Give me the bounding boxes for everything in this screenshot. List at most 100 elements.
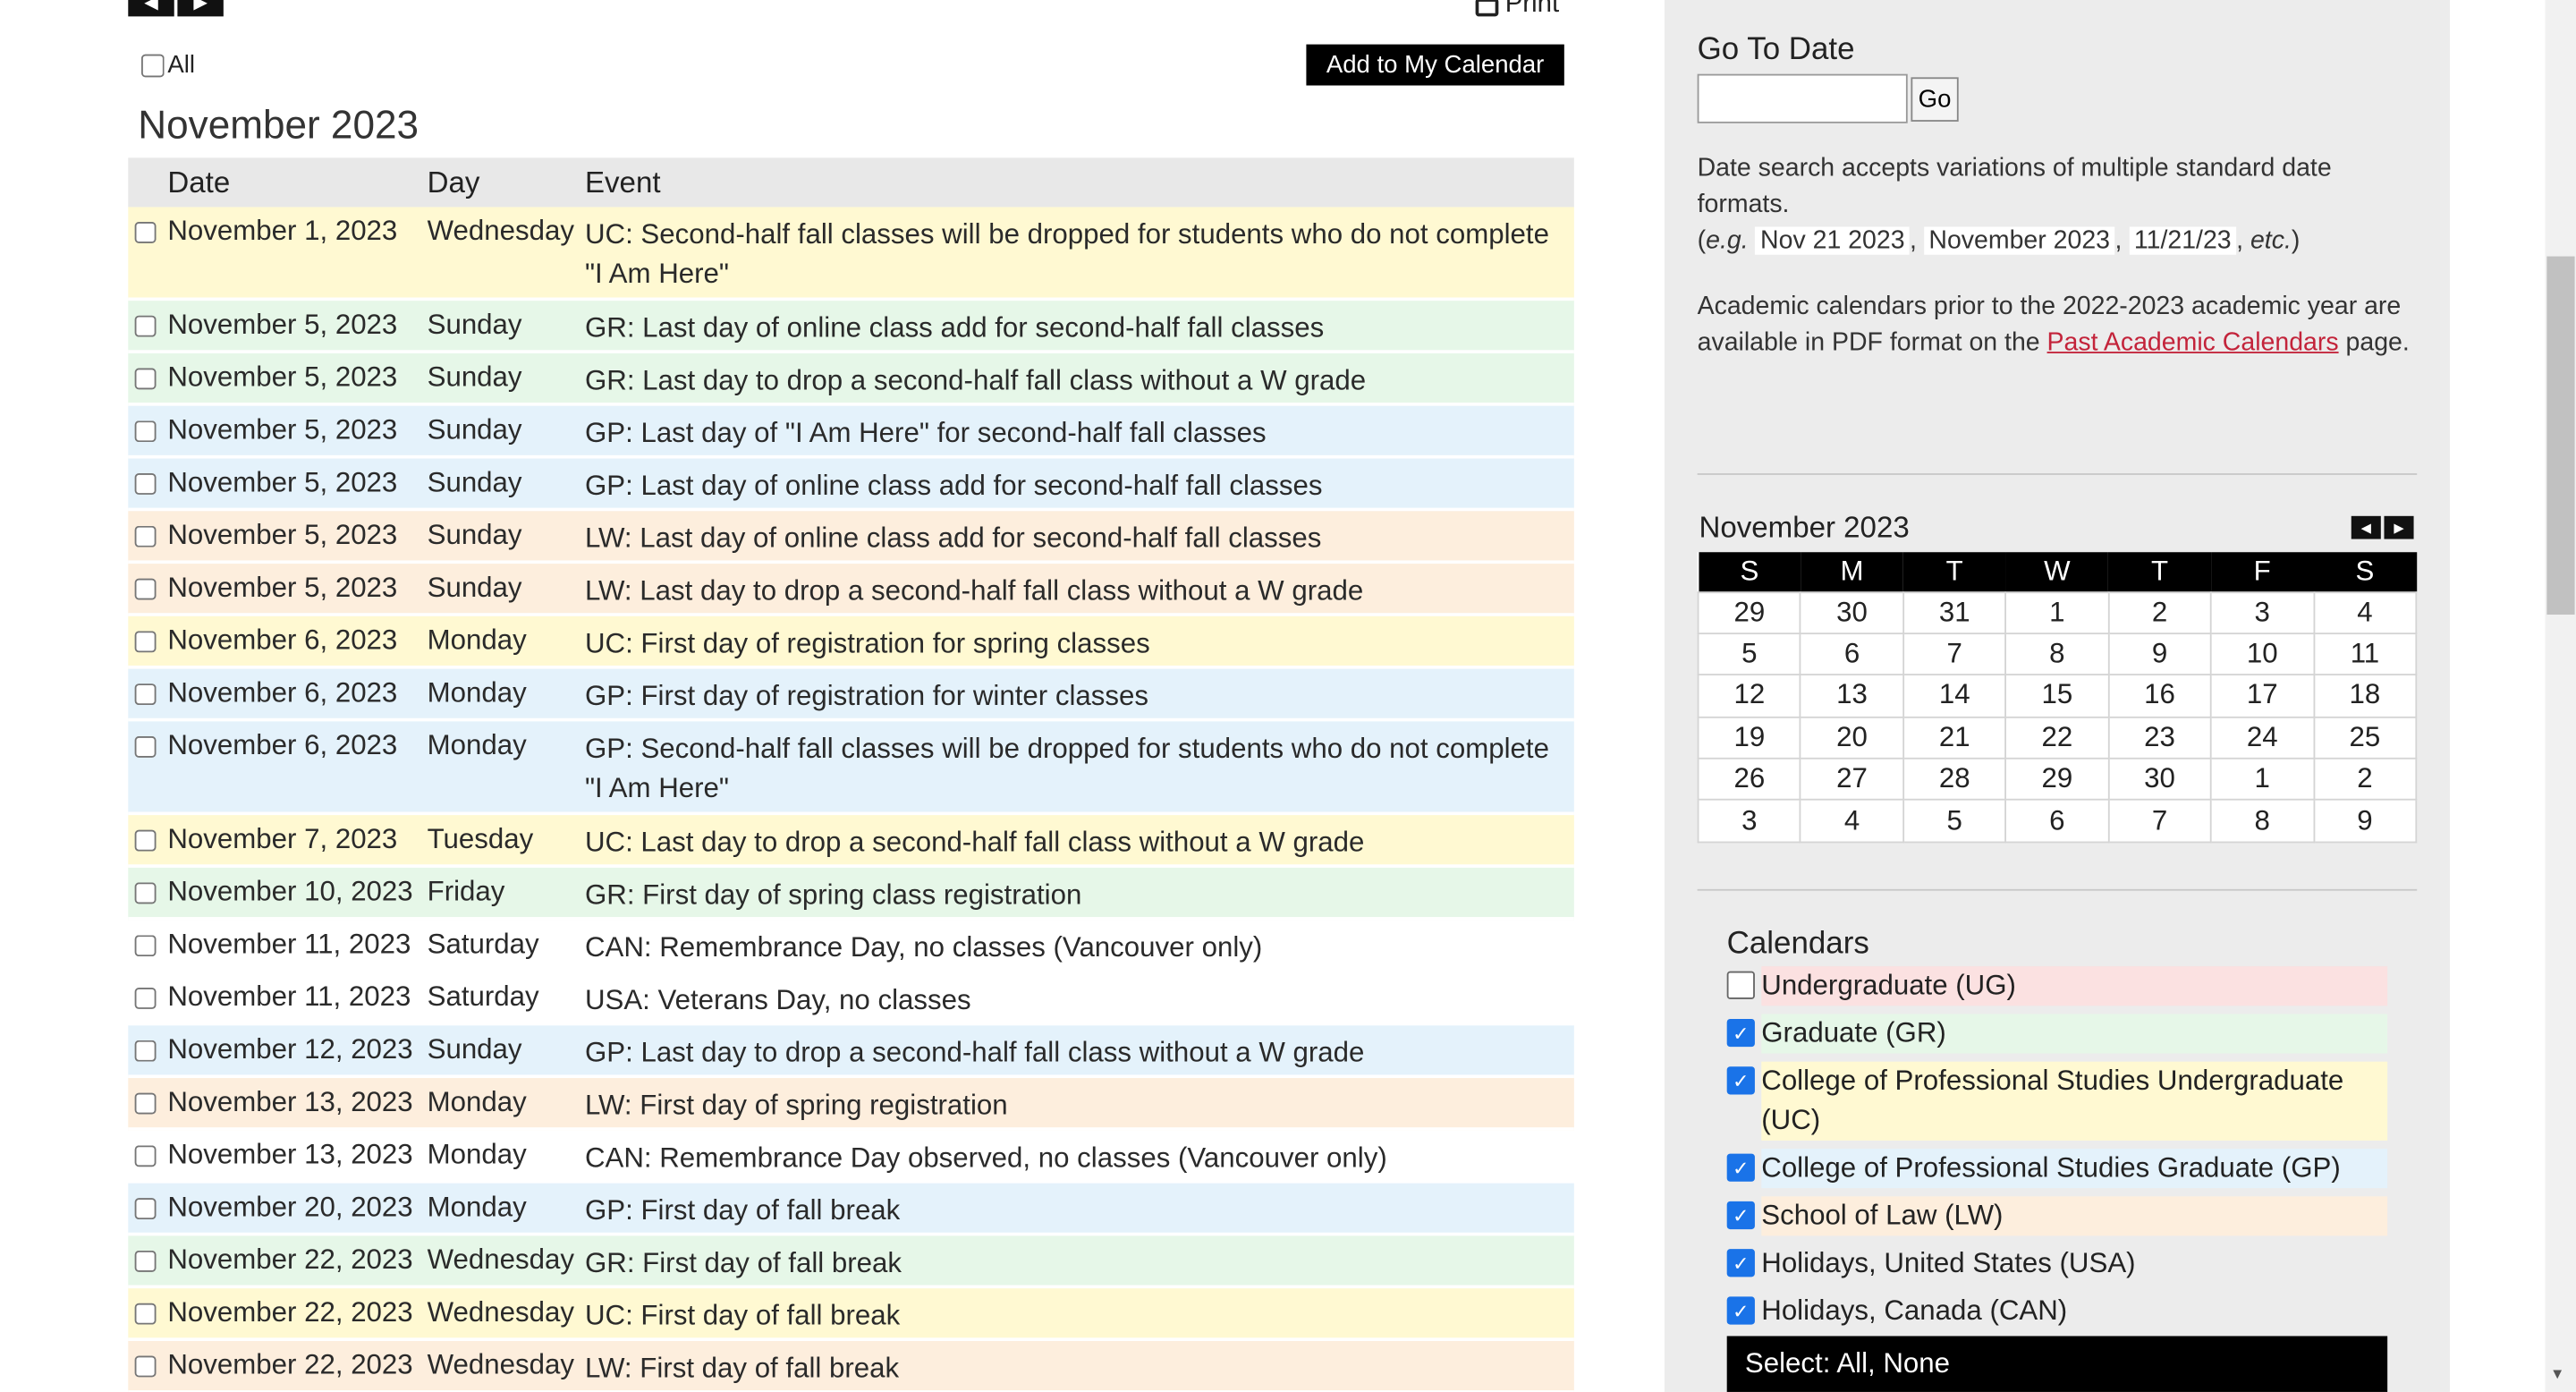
row-checkbox[interactable] <box>134 315 157 337</box>
calendar-filter-item[interactable]: ✓ Graduate (GR) <box>1726 1014 2388 1054</box>
past-calendars-link[interactable]: Past Academic Calendars <box>2047 328 2339 356</box>
calendar-filter-checkbox[interactable]: ✓ <box>1726 1066 1755 1095</box>
row-checkbox-cell <box>128 1131 167 1180</box>
calendar-day[interactable]: 30 <box>2107 757 2212 802</box>
calendar-day[interactable]: 6 <box>1800 632 1904 676</box>
calendar-day[interactable]: 24 <box>2209 716 2315 760</box>
calendar-day[interactable]: 2 <box>2312 757 2418 802</box>
mini-next-button[interactable]: ▶ <box>2384 515 2414 539</box>
calendar-day[interactable]: 11 <box>2312 632 2418 676</box>
row-checkbox[interactable] <box>134 420 157 443</box>
go-button[interactable]: Go <box>1911 77 1959 122</box>
calendar-filter-item[interactable]: ✓ College of Professional Studies Graduat… <box>1726 1149 2388 1189</box>
calendar-day[interactable]: 8 <box>2209 799 2315 844</box>
scroll-down-arrow[interactable]: ▼ <box>2550 1366 2564 1382</box>
calendar-day[interactable]: 5 <box>1697 632 1802 676</box>
calendar-day[interactable]: 16 <box>2107 674 2212 718</box>
select-all[interactable]: All <box>140 51 195 79</box>
calendar-filter-item[interactable]: ✓ Holidays, United States (USA) <box>1726 1244 2387 1284</box>
calendar-day[interactable]: 20 <box>1800 716 1904 760</box>
row-checkbox[interactable] <box>134 882 157 904</box>
calendar-day[interactable]: 3 <box>1697 799 1802 844</box>
calendar-day[interactable]: 2 <box>2107 590 2212 634</box>
calendar-filter-checkbox[interactable] <box>1726 971 1755 999</box>
row-checkbox[interactable] <box>134 935 157 957</box>
event-date: November 5, 2023 <box>167 309 398 341</box>
row-checkbox[interactable] <box>134 1092 157 1115</box>
calendar-filter-item[interactable]: ✓ Holidays, Canada (CAN) <box>1726 1292 2387 1331</box>
calendar-filter-item[interactable]: Undergraduate (UG) <box>1726 966 2388 1006</box>
calendar-day[interactable]: 22 <box>2004 716 2110 760</box>
calendar-day[interactable]: 13 <box>1800 674 1904 718</box>
calendar-day[interactable]: 29 <box>2004 757 2110 802</box>
row-checkbox[interactable] <box>134 829 157 852</box>
mini-prev-button[interactable]: ◀ <box>2351 515 2381 539</box>
calendar-day[interactable]: 8 <box>2004 632 2110 676</box>
calendar-day[interactable]: 7 <box>2107 799 2212 844</box>
calendar-filter-item[interactable]: ✓ College of Professional Studies Undergr… <box>1726 1061 2388 1141</box>
calendar-filter-checkbox[interactable]: ✓ <box>1726 1296 1755 1325</box>
calendar-day[interactable]: 15 <box>2004 674 2110 718</box>
calendar-day[interactable]: 7 <box>1902 632 2007 676</box>
calendar-day[interactable]: 29 <box>1697 590 1802 634</box>
row-checkbox[interactable] <box>134 1303 157 1325</box>
calendar-day[interactable]: 3 <box>2209 590 2315 634</box>
calendar-day[interactable]: 31 <box>1902 590 2007 634</box>
select-all-checkbox[interactable] <box>140 53 165 77</box>
calendar-day[interactable]: 10 <box>2209 632 2315 676</box>
row-checkbox[interactable] <box>134 221 157 243</box>
row-checkbox[interactable] <box>134 631 157 653</box>
calendar-day[interactable]: 30 <box>1800 590 1904 634</box>
calendar-filter-checkbox[interactable]: ✓ <box>1726 1201 1755 1230</box>
table-row: November 20, 2023 Monday GP: First day of … <box>128 1183 1574 1236</box>
calendar-week: 19 20 21 22 23 24 25 <box>1697 716 2418 760</box>
calendar-filter-checkbox[interactable]: ✓ <box>1726 1018 1755 1048</box>
row-checkbox[interactable] <box>134 473 157 495</box>
calendar-filter-checkbox[interactable]: ✓ <box>1726 1249 1755 1277</box>
calendar-day[interactable]: 18 <box>2312 674 2418 718</box>
calendar-day[interactable]: 4 <box>1800 799 1904 844</box>
calendar-day[interactable]: 19 <box>1697 716 1802 760</box>
row-checkbox[interactable] <box>134 735 157 758</box>
event-day: Monday <box>427 1191 527 1223</box>
row-checkbox[interactable] <box>134 525 157 547</box>
calendar-day[interactable]: 27 <box>1800 757 1904 802</box>
calendar-day[interactable]: 1 <box>2209 757 2315 802</box>
row-checkbox[interactable] <box>134 368 157 390</box>
calendar-day[interactable]: 6 <box>2004 799 2110 844</box>
scrollbar-thumb[interactable] <box>2546 256 2575 615</box>
row-checkbox[interactable] <box>134 683 157 706</box>
select-all-none-bar[interactable]: Select: All, None <box>1726 1336 2388 1392</box>
event-day: Monday <box>427 676 527 709</box>
calendar-day[interactable]: 4 <box>2312 590 2418 634</box>
row-checkbox[interactable] <box>134 1250 157 1272</box>
add-to-my-calendar-button[interactable]: Add to My Calendar <box>1306 44 1564 86</box>
row-checkbox[interactable] <box>134 1198 157 1220</box>
goto-date-input[interactable] <box>1697 73 1908 123</box>
row-checkbox[interactable] <box>134 1040 157 1062</box>
calendar-day[interactable]: 9 <box>2107 632 2212 676</box>
help-etc: etc. <box>2250 226 2292 255</box>
calendar-day[interactable]: 26 <box>1697 757 1802 802</box>
calendar-day[interactable]: 14 <box>1902 674 2007 718</box>
row-checkbox[interactable] <box>134 1355 157 1378</box>
calendar-day[interactable]: 9 <box>2312 799 2418 844</box>
calendar-filter-checkbox[interactable]: ✓ <box>1726 1153 1755 1182</box>
calendar-day[interactable]: 25 <box>2312 716 2418 760</box>
prev-month-button[interactable]: ◀ <box>128 0 174 17</box>
calendar-filter-item[interactable]: ✓ School of Law (LW) <box>1726 1196 2388 1236</box>
help-text: Date search accepts variations of multip… <box>1697 154 2332 219</box>
calendar-day[interactable]: 12 <box>1697 674 1802 718</box>
calendar-day[interactable]: 21 <box>1902 716 2007 760</box>
row-checkbox[interactable] <box>134 1145 157 1167</box>
row-checkbox[interactable] <box>134 988 157 1009</box>
calendar-day[interactable]: 1 <box>2004 590 2110 634</box>
calendar-day[interactable]: 28 <box>1902 757 2007 802</box>
calendar-day[interactable]: 23 <box>2107 716 2212 760</box>
row-checkbox[interactable] <box>134 578 157 600</box>
scrollbar[interactable] <box>2545 0 2576 1392</box>
calendar-day[interactable]: 17 <box>2209 674 2315 718</box>
calendar-day[interactable]: 5 <box>1902 799 2007 844</box>
print-link[interactable]: Print <box>1475 0 1559 20</box>
next-month-button[interactable]: ▶ <box>177 0 224 17</box>
